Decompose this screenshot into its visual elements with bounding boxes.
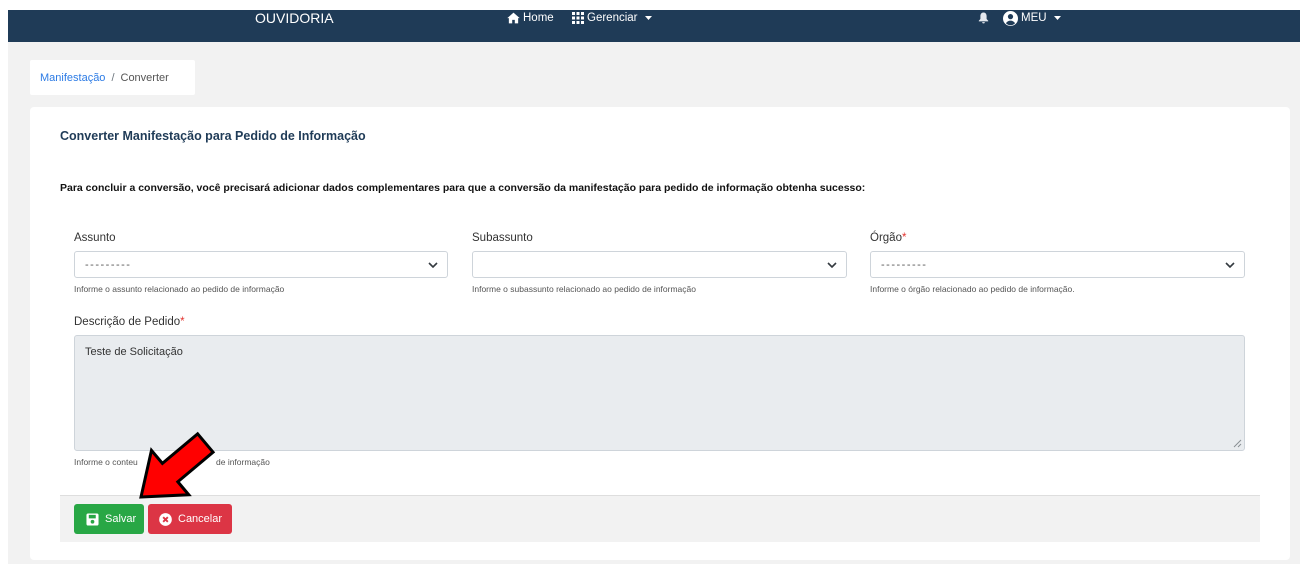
cancel-button-label: Cancelar: [178, 513, 223, 525]
home-icon: [507, 12, 520, 24]
subassunto-label: Subassunto: [472, 232, 533, 244]
required-mark: *: [180, 316, 185, 328]
chevron-down-icon: [1225, 261, 1235, 268]
user-menu-dropdown[interactable]: MEU: [1003, 10, 1061, 26]
assunto-help: Informe o assunto relacionado ao pedido …: [74, 284, 285, 294]
save-button-label: Salvar: [105, 513, 137, 525]
descricao-label: Descrição de Pedido*: [74, 314, 185, 330]
assunto-field: Assunto --------- Informe o assunto rela…: [74, 230, 448, 295]
convert-card: Converter Manifestação para Pedido de In…: [30, 107, 1290, 560]
nav-manage-label: Gerenciar: [587, 12, 638, 24]
breadcrumb-separator: /: [111, 71, 115, 84]
notifications-button[interactable]: [978, 10, 989, 26]
breadcrumb-current: Converter: [120, 71, 169, 84]
page-title: Converter Manifestação para Pedido de In…: [60, 129, 366, 143]
bell-icon: [978, 12, 989, 24]
orgao-label: Órgão*: [870, 230, 1245, 246]
nav-manage-dropdown[interactable]: Gerenciar: [572, 10, 652, 26]
nav-home-link[interactable]: Home: [507, 10, 554, 26]
descricao-help-part-1: Informe o conteu: [74, 457, 138, 467]
orgao-help: Informe o órgão relacionado ao pedido de…: [870, 284, 1075, 294]
form-actions-bar: Salvar Cancelar: [60, 495, 1260, 542]
caret-down-icon: [644, 16, 652, 20]
chevron-down-icon: [827, 261, 837, 268]
assunto-select-value: ---------: [85, 258, 132, 271]
caret-down-icon: [1053, 16, 1061, 20]
nav-home-label: Home: [523, 12, 554, 24]
orgao-label-text: Órgão: [870, 232, 902, 244]
x-circle-icon: [159, 512, 172, 526]
top-navbar: OUVIDORIA Home Gerenciar MEU: [8, 10, 1300, 42]
assunto-label: Assunto: [74, 232, 116, 244]
subassunto-select[interactable]: [472, 251, 847, 278]
orgao-field: Órgão* --------- Informe o órgão relacio…: [870, 230, 1245, 295]
orgao-select[interactable]: ---------: [870, 251, 1245, 278]
brand-label: OUVIDORIA: [255, 10, 334, 26]
subassunto-help: Informe o subassunto relacionado ao pedi…: [472, 284, 696, 294]
brand-link[interactable]: OUVIDORIA: [255, 10, 334, 26]
app-root: OUVIDORIA Home Gerenciar MEU Manifestaçã…: [8, 10, 1300, 564]
user-menu-label: MEU: [1021, 12, 1047, 24]
user-circle-icon: [1003, 10, 1018, 26]
breadcrumb-link-manifestacao[interactable]: Manifestação: [40, 72, 105, 84]
descricao-help-part-2: de informação: [216, 457, 270, 467]
intro-text: Para concluir a conversão, você precisar…: [60, 182, 866, 194]
subassunto-field: Subassunto Informe o subassunto relacion…: [472, 230, 847, 295]
cancel-button[interactable]: Cancelar: [148, 504, 232, 534]
required-mark: *: [901, 232, 907, 244]
assunto-select[interactable]: ---------: [74, 251, 448, 278]
save-button[interactable]: Salvar: [74, 504, 144, 534]
resize-grip-icon[interactable]: [1233, 439, 1242, 448]
floppy-disk-icon: [86, 512, 99, 526]
chevron-down-icon: [428, 261, 438, 268]
orgao-select-value: ---------: [881, 258, 928, 271]
descricao-label-text: Descrição de Pedido: [74, 316, 181, 328]
descricao-text: Teste de Solicitação: [85, 346, 183, 358]
breadcrumb: Manifestação / Converter: [30, 60, 195, 95]
grid-icon: [572, 12, 584, 24]
descricao-textarea[interactable]: Teste de Solicitação: [74, 335, 1245, 451]
